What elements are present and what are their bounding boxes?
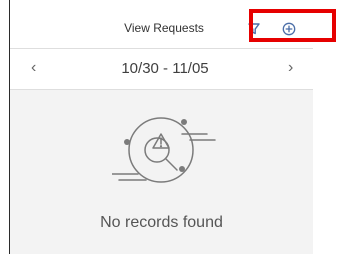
top-header: View Requests	[10, 0, 313, 49]
date-navigation: ‹ 10/30 - 11/05 ›	[10, 49, 313, 90]
page-title: View Requests	[124, 21, 204, 35]
illustration-outer-circle	[128, 117, 194, 183]
add-circle-icon[interactable]	[282, 22, 296, 36]
empty-state-message: No records found	[100, 214, 223, 231]
illustration-dot-top	[181, 119, 187, 125]
empty-content-area: No records found	[10, 90, 313, 254]
illustration-dot-left	[124, 139, 130, 145]
app-viewport: View Requests ‹ 10/30 - 11/05 › No recor…	[0, 0, 343, 254]
previous-range-button[interactable]: ‹	[31, 60, 43, 76]
requests-panel: View Requests ‹ 10/30 - 11/05 › No recor…	[10, 0, 313, 254]
date-range-label: 10/30 - 11/05	[121, 60, 209, 77]
next-range-button[interactable]: ›	[288, 60, 300, 76]
filter-icon[interactable]	[247, 22, 261, 36]
warning-dot	[159, 145, 163, 148]
magnifier-handle	[165, 158, 178, 171]
illustration-dot-bottom	[179, 166, 185, 172]
empty-state-illustration	[112, 117, 216, 183]
